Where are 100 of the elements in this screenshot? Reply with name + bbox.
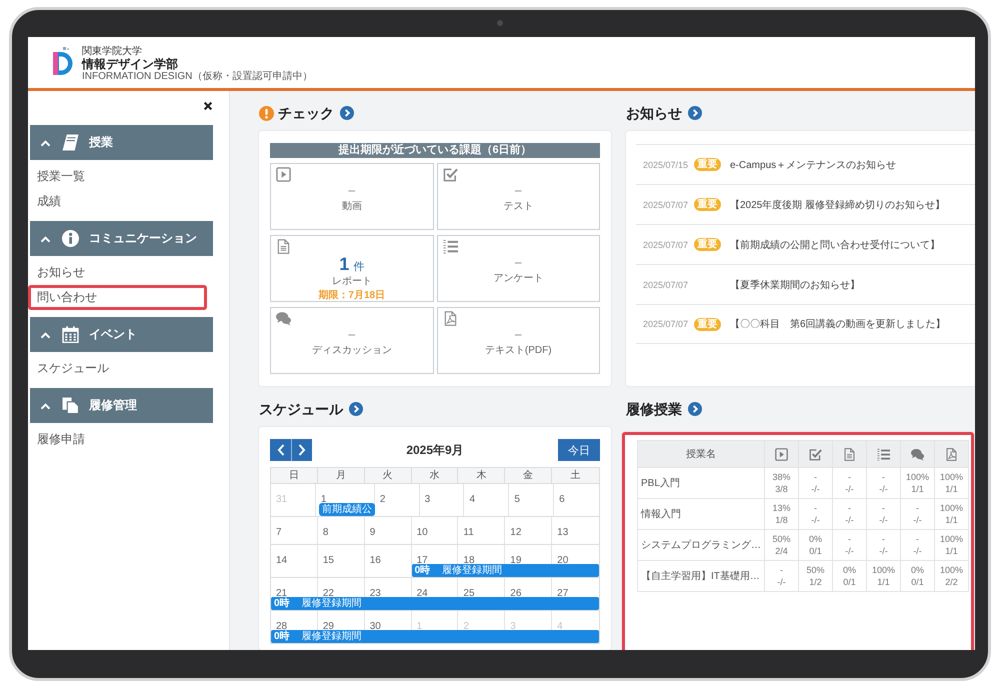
day-number: 2	[463, 621, 469, 632]
documents-icon	[62, 397, 79, 414]
event-time: 0時	[274, 597, 290, 610]
progress-count: -/-	[878, 545, 889, 557]
progress-rate: -	[813, 471, 818, 483]
numbered-list-icon	[442, 239, 458, 254]
progress-count: 0/1	[910, 576, 925, 588]
assignment-type: テスト	[503, 201, 534, 213]
sidebar-link[interactable]: スケジュール	[28, 356, 207, 381]
today-button[interactable]: 今日	[558, 439, 600, 461]
chevron-right-icon	[298, 444, 306, 456]
month-title: 2025年9月	[406, 442, 464, 458]
assignment-type: 動画	[342, 201, 362, 213]
assignment-count: –	[348, 183, 356, 197]
progress-count: -/-	[878, 514, 889, 526]
sidebar-section-header[interactable]: 履修管理	[30, 388, 213, 423]
important-badge: 重要	[694, 238, 721, 251]
day-number: 6	[559, 494, 565, 505]
progress-rate: 0%	[842, 564, 857, 576]
assignment-count: 1	[339, 255, 350, 273]
close-icon[interactable]	[203, 101, 213, 111]
day-number: 25	[463, 588, 475, 599]
notice-title[interactable]: 【2025年度後期 履修登録締め切りのお知らせ】	[730, 198, 946, 212]
numbered-list-icon	[877, 448, 890, 460]
progress-count: -/-	[810, 514, 821, 526]
chevron-circle-icon[interactable]	[349, 402, 363, 416]
day-number: 12	[510, 527, 522, 538]
previous-month-button[interactable]	[270, 439, 291, 461]
progress-rate: 100%	[938, 564, 964, 576]
event-bar[interactable]: 0時 履修登録期間	[271, 630, 599, 643]
checkbox-icon	[442, 167, 458, 182]
sidebar-link[interactable]: お知らせ	[28, 260, 207, 285]
notice-title[interactable]: e-Campus＋メンテナンスのお知らせ	[730, 158, 896, 172]
assignment-tile[interactable]: – テキスト(PDF)	[436, 307, 600, 374]
notice-title[interactable]: 【前期成績の公開と問い合わせ受付について】	[730, 238, 940, 252]
day-number: 5	[514, 494, 520, 505]
day-number: 26	[510, 588, 522, 599]
column-header: 授業名	[638, 440, 764, 468]
progress-rate: -	[881, 471, 886, 483]
play-square-icon	[775, 448, 788, 460]
progress-rate: 100%	[938, 471, 964, 483]
chevron-circle-icon[interactable]	[688, 402, 702, 416]
progress-count: -/-	[844, 545, 855, 557]
course-name[interactable]: PBL入門	[638, 468, 764, 498]
weekday-label: 金	[505, 468, 552, 483]
sidebar-section-header[interactable]: イベント	[30, 317, 213, 352]
notice-title[interactable]: 【〇〇科目 第6回講義の動画を更新しました】	[730, 317, 946, 331]
notice-date: 2025/07/07	[643, 319, 690, 329]
event-bar[interactable]: 0時 履修登録期間	[271, 597, 599, 610]
sidebar-section-header[interactable]: コミュニケーション	[30, 221, 213, 256]
event-title: 履修登録期間	[302, 630, 362, 643]
progress-rate: -	[915, 502, 920, 514]
sidebar-link[interactable]: 成績	[28, 189, 207, 214]
day-number: 16	[370, 555, 381, 566]
assignment-count: –	[514, 255, 522, 269]
deadline-text: 期限：7月18日	[318, 290, 386, 302]
day-number: 20	[557, 555, 568, 566]
progress-rate: 50%	[805, 564, 826, 576]
university-name: 関東学院大学	[82, 46, 142, 57]
course-name[interactable]: システムプログラミング…	[638, 530, 764, 560]
notice-date: 2025/07/07	[643, 280, 690, 290]
progress-count: -/-	[878, 483, 889, 495]
progress-rate: -	[881, 502, 886, 514]
assignment-tile[interactable]: – アンケート	[436, 235, 600, 302]
pdf-document-icon	[442, 311, 458, 326]
assignment-tile[interactable]: – テスト	[436, 163, 600, 230]
next-month-button[interactable]	[291, 439, 312, 461]
progress-count: 1/1	[944, 545, 959, 557]
sidebar-section-header[interactable]: 授業	[30, 125, 213, 160]
event-bar[interactable]: 0時 履修登録期間	[412, 564, 599, 577]
progress-count: 2/4	[774, 545, 789, 557]
banner-header: 提出期限が近づいている課題（6日前）	[270, 143, 600, 158]
count-unit: 件	[353, 260, 364, 275]
notice-title[interactable]: 【夏季休業期間のお知らせ】	[730, 278, 860, 292]
chevron-circle-icon[interactable]	[340, 106, 354, 120]
alert-icon	[259, 106, 274, 120]
progress-count: 1/1	[910, 483, 925, 495]
day-number: 24	[416, 588, 428, 599]
camera-icon	[497, 20, 503, 26]
assignment-tile[interactable]: – ディスカッション	[270, 307, 434, 374]
progress-count: -/-	[912, 514, 923, 526]
course-name[interactable]: 【自主学習用】IT基礎用…	[638, 560, 764, 592]
day-number: 3	[424, 494, 430, 505]
progress-rate: 100%	[938, 502, 964, 514]
progress-count: -/-	[776, 576, 787, 588]
assignment-tile[interactable]: – 動画	[270, 163, 434, 230]
progress-count: 0/1	[842, 576, 857, 588]
assignment-tile[interactable]: 1 件 レポート 期限：7月18日	[270, 235, 434, 302]
chevron-circle-icon[interactable]	[688, 106, 702, 120]
day-number: 30	[370, 621, 381, 632]
important-badge: 重要	[694, 318, 721, 330]
sidebar-link[interactable]: 授業一覧	[28, 164, 207, 189]
day-number: 9	[370, 527, 376, 538]
day-number: 23	[370, 588, 381, 599]
section-title: 履修授業	[626, 400, 682, 419]
course-name[interactable]: 情報入門	[638, 498, 764, 530]
day-number: 21	[276, 588, 288, 599]
sidebar-link[interactable]: 問い合わせ	[28, 285, 207, 310]
sidebar-link[interactable]: 履修申請	[28, 427, 207, 452]
section-title: お知らせ	[626, 104, 682, 123]
